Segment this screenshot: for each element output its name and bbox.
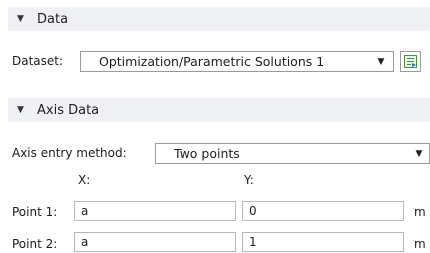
dataset-select-value: Optimization/Parametric Solutions 1 <box>99 54 325 69</box>
go-to-source-icon <box>404 55 417 68</box>
collapse-arrow-icon[interactable]: ▼ <box>17 15 25 24</box>
data-section-title: Data <box>37 11 69 27</box>
chevron-down-icon[interactable]: ▼ <box>413 149 425 159</box>
axis-entry-method-select[interactable]: Two points ▼ <box>155 143 430 164</box>
axis-data-section-header[interactable]: ▼ Axis Data <box>8 98 430 122</box>
chevron-down-icon[interactable]: ▼ <box>375 57 387 67</box>
dataset-label: Dataset: <box>12 54 64 68</box>
dataset-select[interactable]: Optimization/Parametric Solutions 1 ▼ <box>80 51 394 72</box>
go-to-source-button[interactable] <box>400 51 421 72</box>
data-section-header[interactable]: ▼ Data <box>8 7 430 31</box>
axis-data-section-title: Axis Data <box>37 102 100 118</box>
point-2-unit: m <box>414 237 426 251</box>
point-1-label: Point 1: <box>12 205 58 219</box>
point-1-unit: m <box>414 205 426 219</box>
point-2-x-input[interactable]: a <box>74 232 236 252</box>
axis-entry-method-value: Two points <box>174 146 240 161</box>
point-1-y-input[interactable]: 0 <box>242 201 404 221</box>
point-2-label: Point 2: <box>12 237 58 251</box>
x-column-header: X: <box>78 173 91 187</box>
point-2-y-input[interactable]: 1 <box>242 232 404 252</box>
y-column-header: Y: <box>244 173 254 187</box>
collapse-arrow-icon[interactable]: ▼ <box>17 106 25 115</box>
axis-entry-method-label: Axis entry method: <box>12 146 127 160</box>
point-1-x-input[interactable]: a <box>74 201 236 221</box>
